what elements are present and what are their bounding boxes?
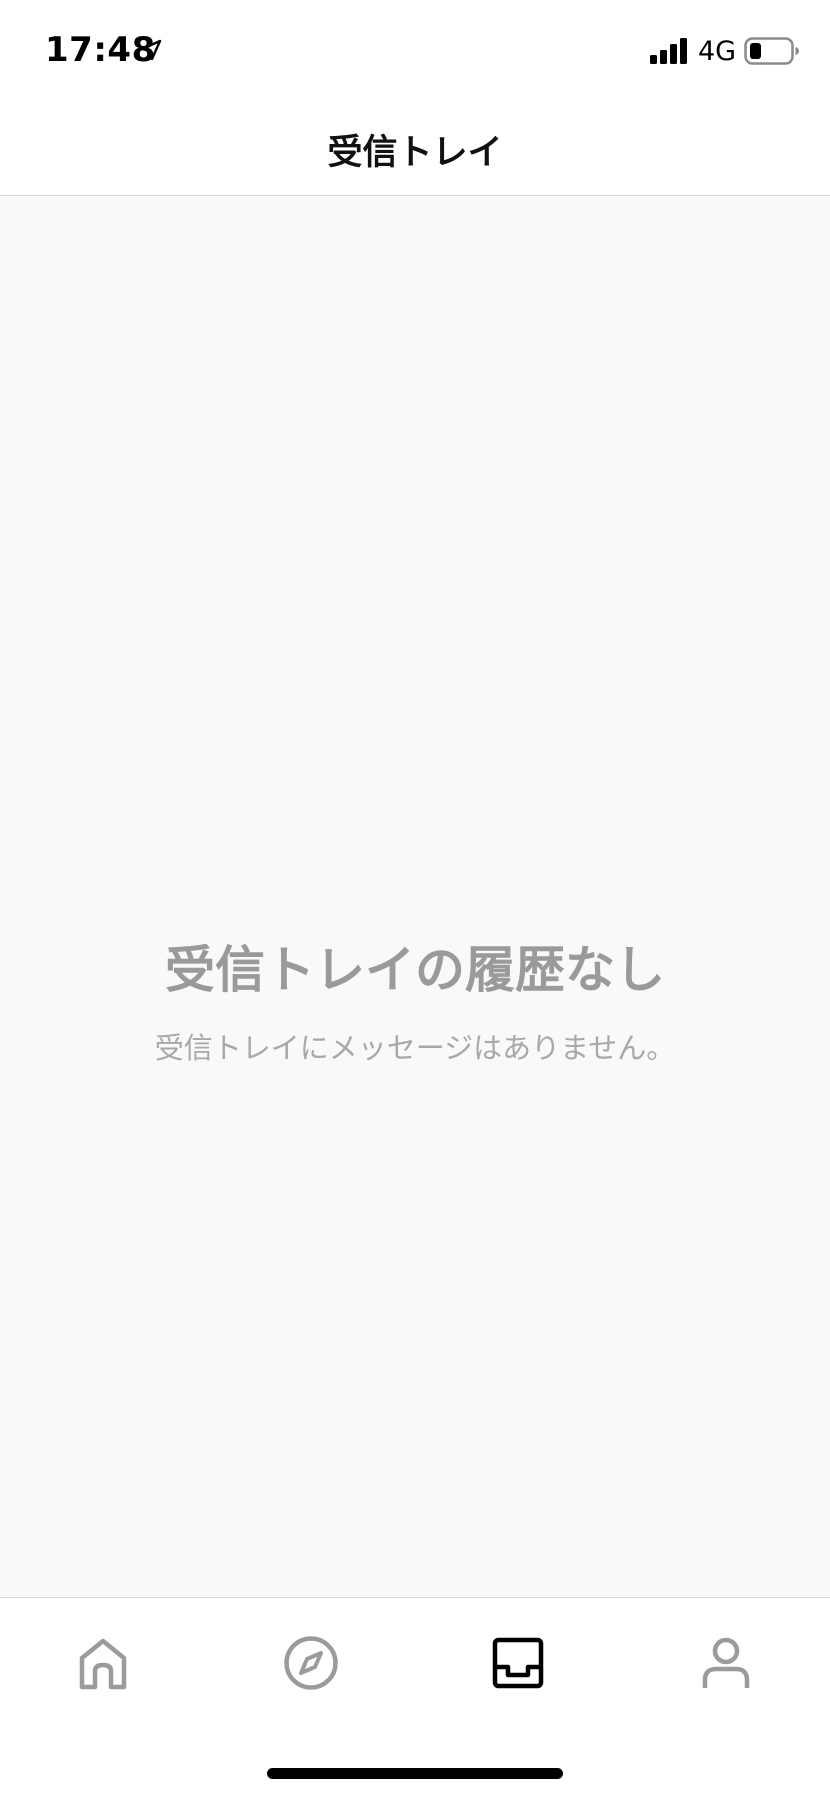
network-type: 4G — [698, 36, 737, 67]
page-title: 受信トレイ — [327, 133, 503, 173]
tab-home[interactable] — [63, 1628, 143, 1698]
app-screen: 17:48 4G 受信トレイ 受信トレイの履歴なし 受信トレイにメッセージはあり… — [0, 0, 830, 1797]
tab-profile[interactable] — [686, 1628, 766, 1698]
empty-state-title: 受信トレイの履歴なし — [165, 941, 665, 999]
location-arrow-icon — [139, 38, 163, 62]
tab-explore[interactable] — [271, 1628, 351, 1698]
compass-icon — [283, 1635, 339, 1691]
home-indicator[interactable] — [267, 1768, 563, 1779]
signal-bars-icon — [649, 38, 689, 64]
person-icon — [701, 1636, 751, 1690]
empty-state-message: 受信トレイにメッセージはありません。 — [154, 1031, 676, 1065]
navigation-header: 受信トレイ — [0, 100, 830, 196]
inbox-content: 受信トレイの履歴なし 受信トレイにメッセージはありません。 — [0, 196, 830, 1597]
home-icon — [76, 1636, 130, 1690]
inbox-icon — [492, 1637, 544, 1689]
tab-inbox[interactable] — [478, 1628, 558, 1698]
tab-bar — [0, 1597, 830, 1797]
battery-icon — [744, 37, 800, 65]
status-bar: 17:48 4G — [0, 0, 830, 100]
